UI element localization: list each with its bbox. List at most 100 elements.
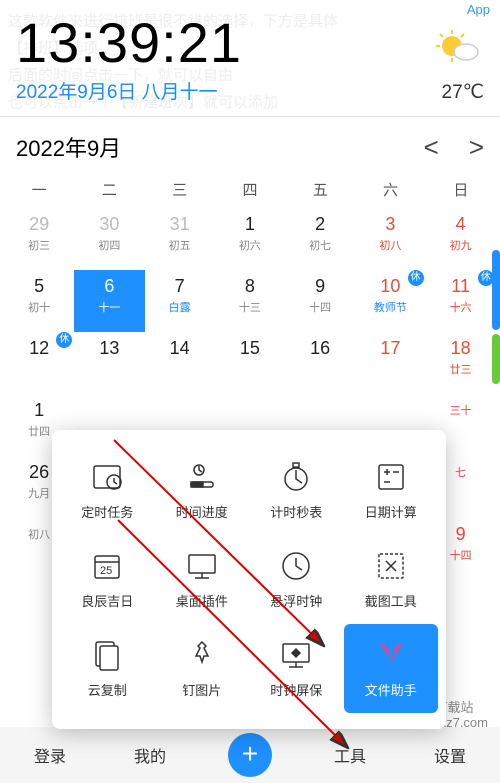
weekday-label: 二 (74, 171, 144, 208)
calendar-day[interactable]: 14 (145, 332, 215, 394)
tool-label: 桌面插件 (155, 591, 250, 610)
app-label: App (467, 2, 490, 17)
screensaver-icon (279, 638, 313, 672)
day-lunar: 初七 (285, 237, 355, 253)
calendar-day[interactable]: 4初九 (426, 208, 496, 270)
calendar-day[interactable]: 2 初七 (285, 208, 355, 270)
calendar-day[interactable]: 17 (355, 332, 425, 394)
tool-label: 时钟屏保 (249, 680, 344, 699)
weekday-label: 日 (426, 171, 496, 208)
day-number: 4 (426, 214, 496, 235)
day-badge: 休 (478, 270, 494, 286)
weekday-label: 四 (215, 171, 285, 208)
tools-button[interactable]: 工具 (300, 743, 400, 767)
day-number: 17 (355, 338, 425, 359)
day-lunar: 初六 (215, 237, 285, 253)
calendar-day[interactable]: 5 初十 (4, 270, 74, 332)
day-number: 18 (426, 338, 496, 359)
calendar-day[interactable]: 10教师节休 (355, 270, 425, 332)
clock-time: 13:39:21 (16, 10, 484, 75)
day-number: 15 (215, 338, 285, 359)
divider (0, 116, 500, 117)
tool-label: 截图工具 (344, 591, 439, 610)
tool-screensaver[interactable]: 时钟屏保 (249, 624, 344, 713)
day-badge: 休 (408, 270, 424, 286)
tool-screenshot[interactable]: 截图工具 (344, 535, 439, 624)
svg-text:25: 25 (100, 565, 112, 577)
day-number: 2 (285, 214, 355, 235)
tool-date-calc[interactable]: 日期计算 (344, 446, 439, 535)
day-lunar: 初五 (145, 237, 215, 253)
calendar-day[interactable]: 6 十一 (74, 270, 144, 332)
settings-button[interactable]: 设置 (400, 743, 500, 767)
prev-month-button[interactable]: < (424, 132, 439, 163)
calendar-day[interactable]: 3初八 (355, 208, 425, 270)
tools-popup: 定时任务时间进度计时秒表日期计算 25 良辰吉日桌面插件悬浮时钟截图工具云复制钉图片… (52, 430, 446, 729)
day-number: 1 (4, 400, 74, 421)
add-button[interactable]: + (228, 733, 272, 777)
tool-clipboard[interactable]: 云复制 (60, 624, 155, 713)
mine-button[interactable]: 我的 (100, 743, 200, 767)
tool-label: 定时任务 (60, 502, 155, 521)
time-progress-icon (185, 460, 219, 494)
day-number: 7 (145, 276, 215, 297)
day-lunar: 初十 (4, 299, 74, 315)
day-lunar: 初四 (74, 237, 144, 253)
tool-label: 良辰吉日 (60, 591, 155, 610)
tool-label: 云复制 (60, 680, 155, 699)
bottom-bar: 登录 我的 + 工具 设置 (0, 727, 500, 783)
weekday-label: 三 (145, 171, 215, 208)
pin-image-icon (185, 638, 219, 672)
calendar-day[interactable]: 1初六 (215, 208, 285, 270)
file-helper-icon (374, 638, 408, 672)
tool-label: 钉图片 (155, 680, 250, 699)
calendar-day[interactable]: 11十六休 (426, 270, 496, 332)
tool-desktop-widget[interactable]: 桌面插件 (155, 535, 250, 624)
day-lunar: 十一 (74, 299, 144, 315)
weekday-label: 六 (355, 171, 425, 208)
day-number: 14 (145, 338, 215, 359)
calendar-day[interactable]: 13 (74, 332, 144, 394)
calendar-day[interactable]: 7 白露 (145, 270, 215, 332)
tool-label: 悬浮时钟 (249, 591, 344, 610)
stopwatch-icon (279, 460, 313, 494)
tool-label: 文件助手 (344, 680, 439, 699)
date-calc-icon (374, 460, 408, 494)
clipboard-icon (90, 638, 124, 672)
day-number: 5 (4, 276, 74, 297)
tool-label: 时间进度 (155, 502, 250, 521)
day-lunar: 教师节 (355, 299, 425, 315)
timed-task-icon (90, 460, 124, 494)
calendar-day[interactable]: 16 (285, 332, 355, 394)
tool-lucky-day[interactable]: 25 良辰吉日 (60, 535, 155, 624)
tool-file-helper[interactable]: 文件助手 (344, 624, 439, 713)
calendar-day[interactable]: 8十三 (215, 270, 285, 332)
month-title: 2022年9月 (16, 131, 121, 163)
calendar-day[interactable]: 12休 (4, 332, 74, 394)
tool-time-progress[interactable]: 时间进度 (155, 446, 250, 535)
float-clock-icon (279, 549, 313, 583)
calendar-day[interactable]: 15 (215, 332, 285, 394)
tool-timed-task[interactable]: 定时任务 (60, 446, 155, 535)
calendar-day[interactable]: 18 廿三 (426, 332, 496, 394)
day-number: 29 (4, 214, 74, 235)
tool-float-clock[interactable]: 悬浮时钟 (249, 535, 344, 624)
day-lunar: 十四 (285, 299, 355, 315)
tool-label: 计时秒表 (249, 502, 344, 521)
calendar-day[interactable]: 30初四 (74, 208, 144, 270)
tool-label: 日期计算 (344, 502, 439, 521)
day-lunar: 白露 (145, 299, 215, 315)
day-lunar: 十六 (426, 299, 496, 315)
tool-stopwatch[interactable]: 计时秒表 (249, 446, 344, 535)
tool-pin-image[interactable]: 钉图片 (155, 624, 250, 713)
calendar-day[interactable]: 31初五 (145, 208, 215, 270)
day-lunar: 廿三 (426, 361, 496, 377)
screenshot-icon (374, 549, 408, 583)
login-button[interactable]: 登录 (0, 743, 100, 767)
next-month-button[interactable]: > (469, 132, 484, 163)
day-number: 8 (215, 276, 285, 297)
weekday-label: 一 (4, 171, 74, 208)
calendar-day[interactable]: 9十四 (285, 270, 355, 332)
calendar-day[interactable]: 29初三 (4, 208, 74, 270)
day-number: 6 (74, 276, 144, 297)
